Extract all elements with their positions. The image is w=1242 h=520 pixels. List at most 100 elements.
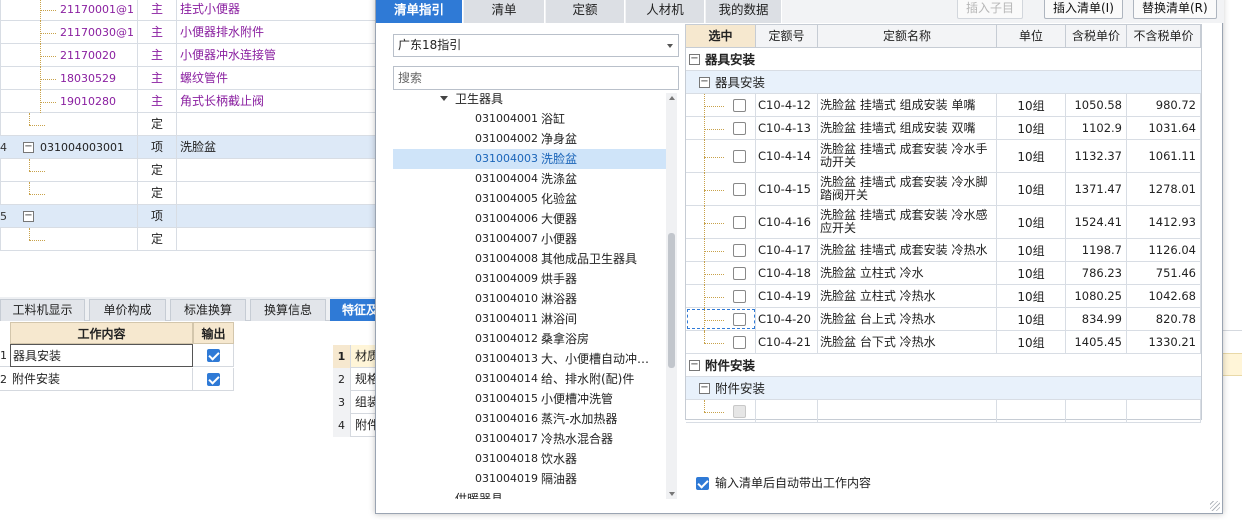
tree-item[interactable]: 031004015 小便槽冲洗管 <box>393 389 667 409</box>
quota-row[interactable]: C10-4-21 洗脸盆 台下式 冷热水 10组 1405.45 1330.21 <box>686 331 1201 354</box>
table-row[interactable]: 定 <box>0 159 380 182</box>
dialog-tab-2[interactable]: 清单 <box>464 0 545 23</box>
insert-list-button[interactable]: 插入清单(I) <box>1044 0 1123 19</box>
output-checkbox[interactable] <box>206 348 220 362</box>
column-header[interactable]: 定额号 <box>756 25 818 48</box>
work-content-cell[interactable]: 器具安装 <box>10 344 193 367</box>
quota-row[interactable]: C10-4-15 洗脸盆 挂墙式 成套安装 冷水脚踏阀开关 10组 1371.47 12… <box>686 173 1201 206</box>
tree-item[interactable]: 031004007 小便器 <box>393 229 667 249</box>
tree-item[interactable]: 031004001 浴缸 <box>393 109 667 129</box>
tree-item[interactable]: 031004019 隔油器 <box>393 469 667 489</box>
tree-item[interactable]: 031004017 冷热水混合器 <box>393 429 667 449</box>
auto-bring-checkbox[interactable] <box>696 477 709 490</box>
quota-row[interactable]: C10-4-16 洗脸盆 挂墙式 成套安装 冷水感应开关 10组 1524.41 141… <box>686 206 1201 239</box>
row-checkbox[interactable] <box>733 336 746 349</box>
tree-item[interactable]: 031004003 洗脸盆 <box>393 149 667 169</box>
search-input[interactable] <box>393 66 679 90</box>
scrollbar-thumb[interactable] <box>668 233 675 368</box>
insert-child-button[interactable]: 插入子目 <box>957 0 1024 19</box>
group-subheader[interactable]: − 附件安装 <box>686 377 1201 400</box>
grid-line <box>1222 330 1242 331</box>
attribute-row[interactable]: 3 组装 <box>333 391 381 414</box>
dialog-tab-1[interactable]: 清单指引 <box>376 0 463 23</box>
collapse-icon[interactable]: − <box>699 383 710 394</box>
quota-row[interactable]: C10-4-12 洗脸盆 挂墙式 组成安装 单嘴 10组 1050.58 980.72 <box>686 94 1201 117</box>
tree-item[interactable]: 031004006 大便器 <box>393 209 667 229</box>
row-checkbox[interactable] <box>733 216 746 229</box>
tree-item[interactable]: 031004018 饮水器 <box>393 449 667 469</box>
row-checkbox[interactable] <box>733 150 746 163</box>
quota-row[interactable]: C10-4-14 洗脸盆 挂墙式 成套安装 冷水手动开关 10组 1132.37 106… <box>686 140 1201 173</box>
attribute-row[interactable]: 1 材质 <box>333 345 381 368</box>
group-header[interactable]: − 附件安装 <box>686 354 1201 377</box>
group-header[interactable]: − 器具安装 <box>686 48 1201 71</box>
row-checkbox[interactable] <box>733 244 746 257</box>
auto-bring-option[interactable]: 输入清单后自动带出工作内容 <box>696 475 871 491</box>
tree-item[interactable]: 031004005 化验盆 <box>393 189 667 209</box>
resize-grip-icon[interactable] <box>1210 501 1220 511</box>
dialog-tab-3[interactable]: 定额 <box>546 0 625 23</box>
tree-item[interactable]: 031004014 给、排水附(配)件 <box>393 369 667 389</box>
tab-2[interactable]: 单价构成 <box>89 299 166 321</box>
table-row[interactable]: 18030529 主螺纹管件 <box>0 67 380 90</box>
table-row[interactable]: 定 <box>0 182 380 205</box>
tree-category[interactable]: 供暖器具 <box>393 489 667 499</box>
quota-row[interactable]: C10-4-19 洗脸盆 立柱式 冷热水 10组 1080.25 1042.68 <box>686 285 1201 308</box>
row-checkbox[interactable] <box>733 290 746 303</box>
table-row[interactable]: 21170001@1 主挂式小便器 <box>0 0 380 21</box>
table-row[interactable]: 4 −031004003001 项洗脸盆 <box>0 136 380 159</box>
output-checkbox[interactable] <box>206 372 220 386</box>
tree-item[interactable]: 031004004 洗涤盆 <box>393 169 667 189</box>
scroll-up-icon[interactable] <box>669 96 675 100</box>
collapse-icon[interactable]: − <box>689 360 700 371</box>
tree-item[interactable]: 031004011 淋浴间 <box>393 309 667 329</box>
tree-scrollbar[interactable] <box>666 93 677 499</box>
tree-item[interactable]: 031004010 淋浴器 <box>393 289 667 309</box>
table-row[interactable]: 21170030@1 主小便器排水附件 <box>0 21 380 44</box>
column-header[interactable]: 单位 <box>997 25 1066 48</box>
quota-row[interactable]: C10-4-13 洗脸盆 挂墙式 组成安装 双嘴 10组 1102.9 1031.64 <box>686 117 1201 140</box>
table-row[interactable]: 19010280 主角式长柄截止阀 <box>0 90 380 113</box>
collapse-icon[interactable]: − <box>689 54 700 65</box>
tree-item[interactable]: 031004009 烘手器 <box>393 269 667 289</box>
quota-row[interactable] <box>686 400 1201 423</box>
guide-select[interactable]: 广东18指引 <box>393 34 679 57</box>
table-row[interactable]: 21170020 主小便器冲水连接管 <box>0 44 380 67</box>
tree-item[interactable]: 031004008 其他成品卫生器具 <box>393 249 667 269</box>
attribute-row[interactable]: 4 附件 <box>333 414 381 437</box>
column-header[interactable]: 选中 <box>686 25 756 48</box>
row-checkbox[interactable] <box>733 267 746 280</box>
dialog-tab-4[interactable]: 人材机 <box>626 0 705 23</box>
scroll-down-icon[interactable] <box>669 492 675 496</box>
tree-item[interactable]: 031004016 蒸汽-水加热器 <box>393 409 667 429</box>
collapse-icon[interactable]: − <box>23 142 34 153</box>
row-checkbox[interactable] <box>733 313 746 326</box>
column-header[interactable]: 不含税单价 <box>1127 25 1201 48</box>
work-content-cell[interactable]: 附件安装 <box>10 368 193 391</box>
table-row[interactable]: 5 − 项 <box>0 205 380 228</box>
tab-1[interactable]: 工料机显示 <box>0 299 85 321</box>
table-row[interactable]: 定 <box>0 228 380 251</box>
row-checkbox[interactable] <box>733 99 746 112</box>
collapse-icon[interactable]: − <box>699 77 710 88</box>
table-row[interactable]: 定 <box>0 113 380 136</box>
row-checkbox[interactable] <box>733 183 746 196</box>
tab-3[interactable]: 标准换算 <box>170 299 246 321</box>
dialog-tab-5[interactable]: 我的数据 <box>706 0 782 23</box>
tree-item[interactable]: 031004013 大、小便槽自动冲… <box>393 349 667 369</box>
quota-row[interactable]: C10-4-17 洗脸盆 挂墙式 成套安装 冷热水 10组 1198.7 1126.04 <box>686 239 1201 262</box>
expand-triangle-icon[interactable] <box>440 96 448 101</box>
tree-item[interactable]: 031004002 净身盆 <box>393 129 667 149</box>
column-header[interactable]: 定额名称 <box>818 25 997 48</box>
quota-row[interactable]: C10-4-18 洗脸盆 立柱式 冷水 10组 786.23 751.46 <box>686 262 1201 285</box>
tree-item[interactable]: 031004012 桑拿浴房 <box>393 329 667 349</box>
column-header[interactable]: 含税单价 <box>1066 25 1127 48</box>
collapse-icon[interactable]: − <box>23 211 34 222</box>
attribute-row[interactable]: 2 规格 <box>333 368 381 391</box>
group-subheader[interactable]: − 器具安装 <box>686 71 1201 94</box>
tree-category[interactable]: 卫生器具 <box>393 93 667 109</box>
quota-row[interactable]: C10-4-20 洗脸盆 台上式 冷热水 10组 834.99 820.78 <box>686 308 1201 331</box>
replace-list-button[interactable]: 替换清单(R) <box>1133 0 1217 19</box>
row-checkbox[interactable] <box>733 122 746 135</box>
tab-4[interactable]: 换算信息 <box>250 299 326 321</box>
